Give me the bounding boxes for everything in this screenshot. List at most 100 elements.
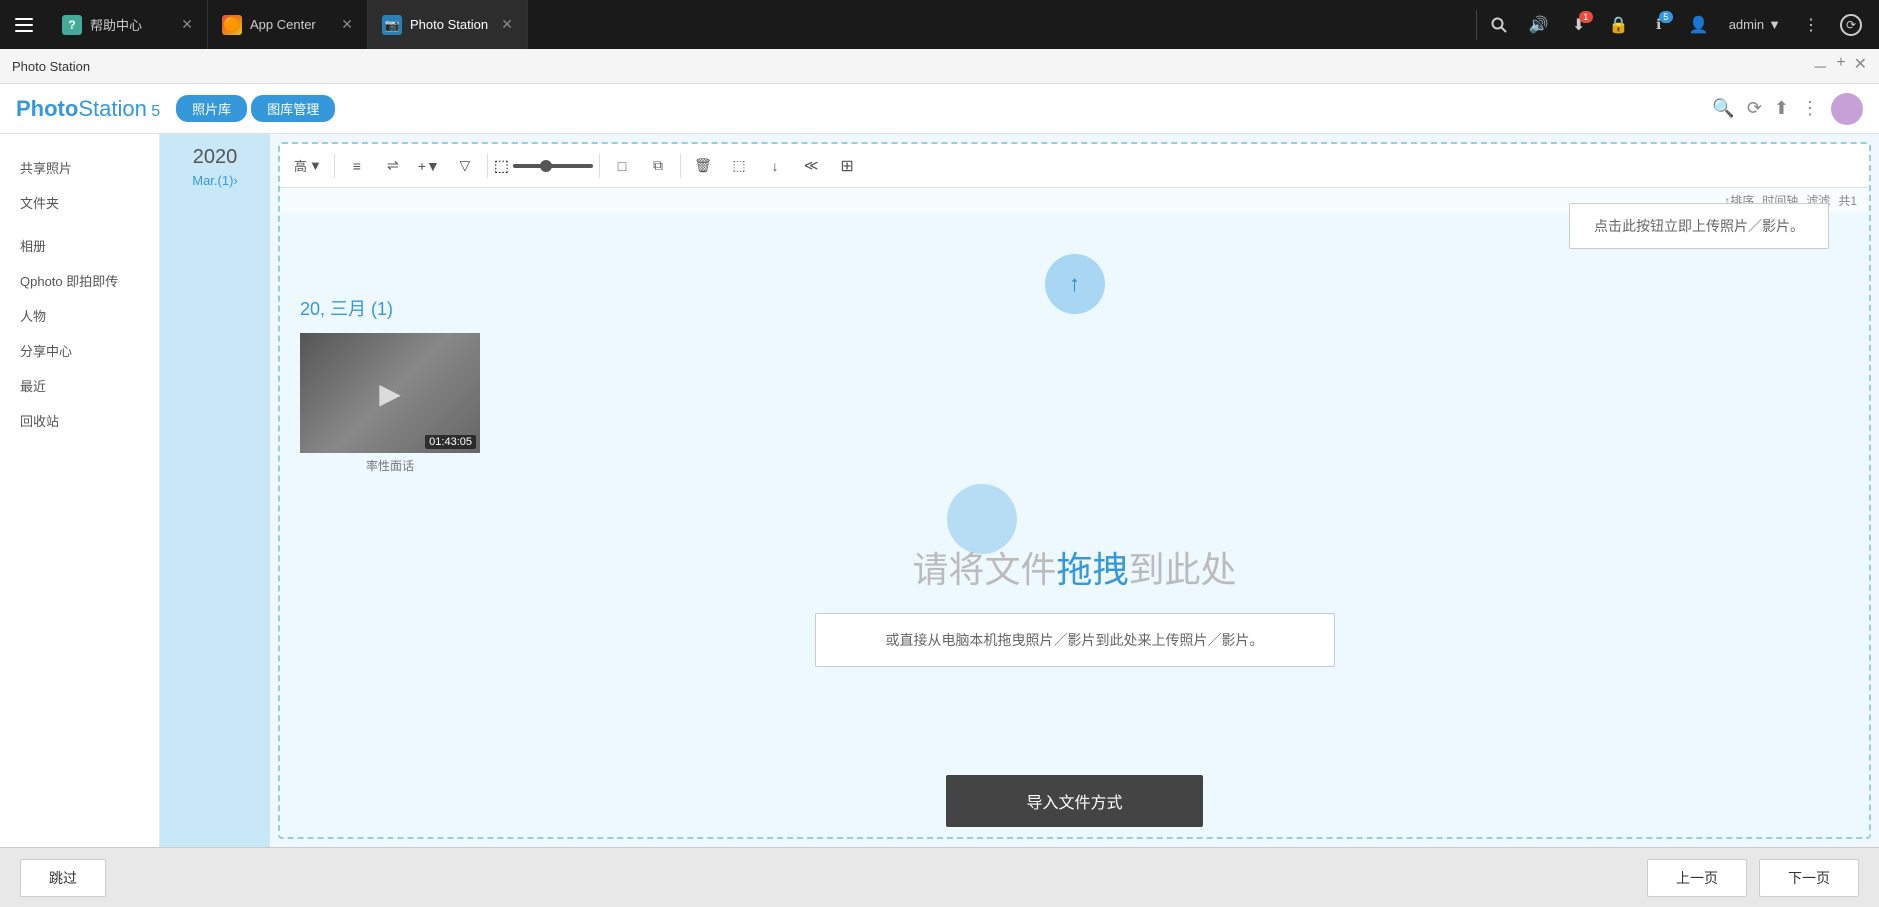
sidebar-item-albums[interactable]: 相册 xyxy=(0,228,159,263)
upload-hint-text: 点击此按钮立即上传照片／影片。 xyxy=(1594,218,1804,234)
import-button[interactable]: 导入文件方式 xyxy=(946,775,1202,827)
nav-tab-library[interactable]: 图库管理 xyxy=(251,95,335,122)
info-btn[interactable]: ℹ 5 xyxy=(1641,7,1677,43)
menu-icon[interactable] xyxy=(0,0,48,49)
drop-text-highlight: 拖拽 xyxy=(1056,549,1128,590)
sidebar-item-share-center[interactable]: 分享中心 xyxy=(0,333,159,368)
tab-appcenter-close[interactable]: ✕ xyxy=(341,16,353,33)
appcenter-icon: 🟠 xyxy=(222,15,242,35)
list-view-btn[interactable]: ≡ xyxy=(341,150,373,182)
taskbar-separator xyxy=(1476,10,1477,40)
tab-photostation-close[interactable]: ✕ xyxy=(501,16,513,33)
upload-hint-box: 点击此按钮立即上传照片／影片。 xyxy=(1569,203,1829,249)
system-monitor-btn[interactable]: ⟳ xyxy=(1833,7,1869,43)
zoom-min-icon: ⬚ xyxy=(494,156,509,176)
logo-version: 5 xyxy=(147,103,160,120)
search-taskbar-btn[interactable] xyxy=(1481,7,1517,43)
taskbar-right: 🔊 ⬇ 1 🔒 ℹ 5 👤 admin ▼ ⋮ ⟳ xyxy=(1481,7,1879,43)
sidebar-item-recent[interactable]: 最近 xyxy=(0,368,159,403)
next-btn[interactable]: 下一页 xyxy=(1759,859,1859,897)
drop-text: 请将文件拖拽到此处 xyxy=(912,541,1236,593)
minimize-btn[interactable]: － xyxy=(1812,54,1828,78)
add-btn[interactable]: +▼ xyxy=(413,150,445,182)
toolbar-divider-3 xyxy=(599,154,600,178)
refresh-header-icon[interactable]: ⟳ xyxy=(1747,98,1762,119)
username: admin xyxy=(1729,17,1764,32)
more-header-icon[interactable]: ⋮ xyxy=(1801,98,1819,119)
grid-view-btn[interactable]: □ xyxy=(606,150,638,182)
volume-icon: 🔊 xyxy=(1529,15,1549,35)
user-menu[interactable]: admin ▼ xyxy=(1721,17,1789,32)
nav-tabs: 照片库 图库管理 xyxy=(176,95,335,122)
zoom-slider-container: ⬚ xyxy=(494,156,593,176)
drag-box-text: 或直接从电脑本机拖曳照片／影片到此处来上传照片／影片。 xyxy=(886,632,1264,648)
security-icon: 🔒 xyxy=(1609,15,1629,35)
window-titlebar: Photo Station － + ✕ xyxy=(0,49,1879,84)
logo-photo: Photo xyxy=(16,96,78,121)
delete-btn[interactable]: 🗑 xyxy=(687,150,719,182)
timeline-month[interactable]: Mar.(1) › xyxy=(168,173,262,188)
video-duration: 01:43:05 xyxy=(425,435,476,449)
user-dropdown-arrow: ▼ xyxy=(1768,17,1781,32)
sidebar: 共享照片 文件夹 相册 Qphoto 即拍即传 人物 分享中心 最近 回收站 xyxy=(0,134,160,847)
user-profile-btn[interactable]: 👤 xyxy=(1681,7,1717,43)
photo-thumbnail[interactable]: ▶ 01:43:05 率性面话 xyxy=(300,333,480,474)
bottom-nav: 跳过 上一页 下一页 xyxy=(0,847,1879,907)
drop-zone[interactable]: 请将文件拖拽到此处 或直接从电脑本机拖曳照片／影片到此处来上传照片／影片。 xyxy=(675,521,1475,687)
close-btn[interactable]: ✕ xyxy=(1854,54,1867,78)
timeline-panel: 2020 Mar.(1) › xyxy=(160,134,270,847)
share-header-icon[interactable]: ⬆ xyxy=(1774,98,1789,119)
maximize-btn[interactable]: + xyxy=(1836,54,1845,78)
download-toolbar-btn[interactable]: ↓ xyxy=(759,150,791,182)
main-body: 共享照片 文件夹 相册 Qphoto 即拍即传 人物 分享中心 最近 回收站 2… xyxy=(0,134,1879,847)
dashed-panel: 高 ▼ ≡ ⇌ +▼ ▽ ⬚ □ xyxy=(278,142,1871,839)
import-bar: 导入文件方式 xyxy=(280,775,1869,837)
more-btn[interactable]: ⋮ xyxy=(1793,7,1829,43)
sidebar-item-people[interactable]: 人物 xyxy=(0,298,159,333)
security-btn[interactable]: 🔒 xyxy=(1601,7,1637,43)
sort-btn[interactable]: ⇌ xyxy=(377,150,409,182)
compare-btn[interactable]: ⧉ xyxy=(642,150,674,182)
filter-btn[interactable]: ▽ xyxy=(449,150,481,182)
share-btn[interactable]: ≪ xyxy=(795,150,827,182)
monitor-icon: ⟳ xyxy=(1840,14,1862,36)
play-icon: ▶ xyxy=(379,377,401,410)
skip-btn[interactable]: 跳过 xyxy=(20,859,106,897)
tab-appcenter[interactable]: 🟠 App Center ✕ xyxy=(208,0,368,49)
tab-photostation[interactable]: 📷 Photo Station ✕ xyxy=(368,0,528,49)
sidebar-item-trash[interactable]: 回收站 xyxy=(0,403,159,438)
video-label: 率性面话 xyxy=(300,457,480,474)
drop-text-part1: 请将文件 xyxy=(912,549,1056,590)
photostation-icon: 📷 xyxy=(382,15,402,35)
user-icon: 👤 xyxy=(1689,15,1709,35)
app-header: PhotoStation 5 照片库 图库管理 🔍 ⟳ ⬆ ⋮ xyxy=(0,84,1879,134)
app-grid-btn[interactable]: ⊞ xyxy=(831,150,863,182)
download-badge: 1 xyxy=(1579,11,1593,23)
zoom-slider[interactable] xyxy=(513,164,593,168)
count-label: 共1 xyxy=(1838,192,1857,209)
window-controls: － + ✕ xyxy=(1812,54,1867,78)
toolbar-divider-2 xyxy=(487,154,488,178)
drop-text-part2: 到此处 xyxy=(1129,549,1237,590)
sidebar-item-qphoto[interactable]: Qphoto 即拍即传 xyxy=(0,263,159,298)
download-btn[interactable]: ⬇ 1 xyxy=(1561,7,1597,43)
sidebar-item-shared[interactable]: 共享照片 xyxy=(0,150,159,185)
app-header-right: 🔍 ⟳ ⬆ ⋮ xyxy=(1712,93,1863,125)
header-avatar xyxy=(1831,93,1863,125)
search-header-icon[interactable]: 🔍 xyxy=(1712,98,1734,119)
quality-dropdown[interactable]: 高 ▼ xyxy=(288,152,328,179)
move-btn[interactable]: ⬚ xyxy=(723,150,755,182)
logo-station: Station xyxy=(78,96,147,121)
prev-btn[interactable]: 上一页 xyxy=(1647,859,1747,897)
nav-tab-photos[interactable]: 照片库 xyxy=(176,95,247,122)
upload-btn[interactable]: ↑ xyxy=(1057,266,1093,302)
toolbar-divider-4 xyxy=(680,154,681,178)
volume-btn[interactable]: 🔊 xyxy=(1521,7,1557,43)
tab-appcenter-label: App Center xyxy=(250,17,333,32)
tab-help[interactable]: ? 帮助中心 ✕ xyxy=(48,0,208,49)
tab-help-label: 帮助中心 xyxy=(90,15,173,34)
timeline-year: 2020 xyxy=(168,146,262,169)
sidebar-item-folders[interactable]: 文件夹 xyxy=(0,185,159,220)
tab-help-close[interactable]: ✕ xyxy=(181,16,193,33)
toolbar: 高 ▼ ≡ ⇌ +▼ ▽ ⬚ □ xyxy=(280,144,1869,188)
